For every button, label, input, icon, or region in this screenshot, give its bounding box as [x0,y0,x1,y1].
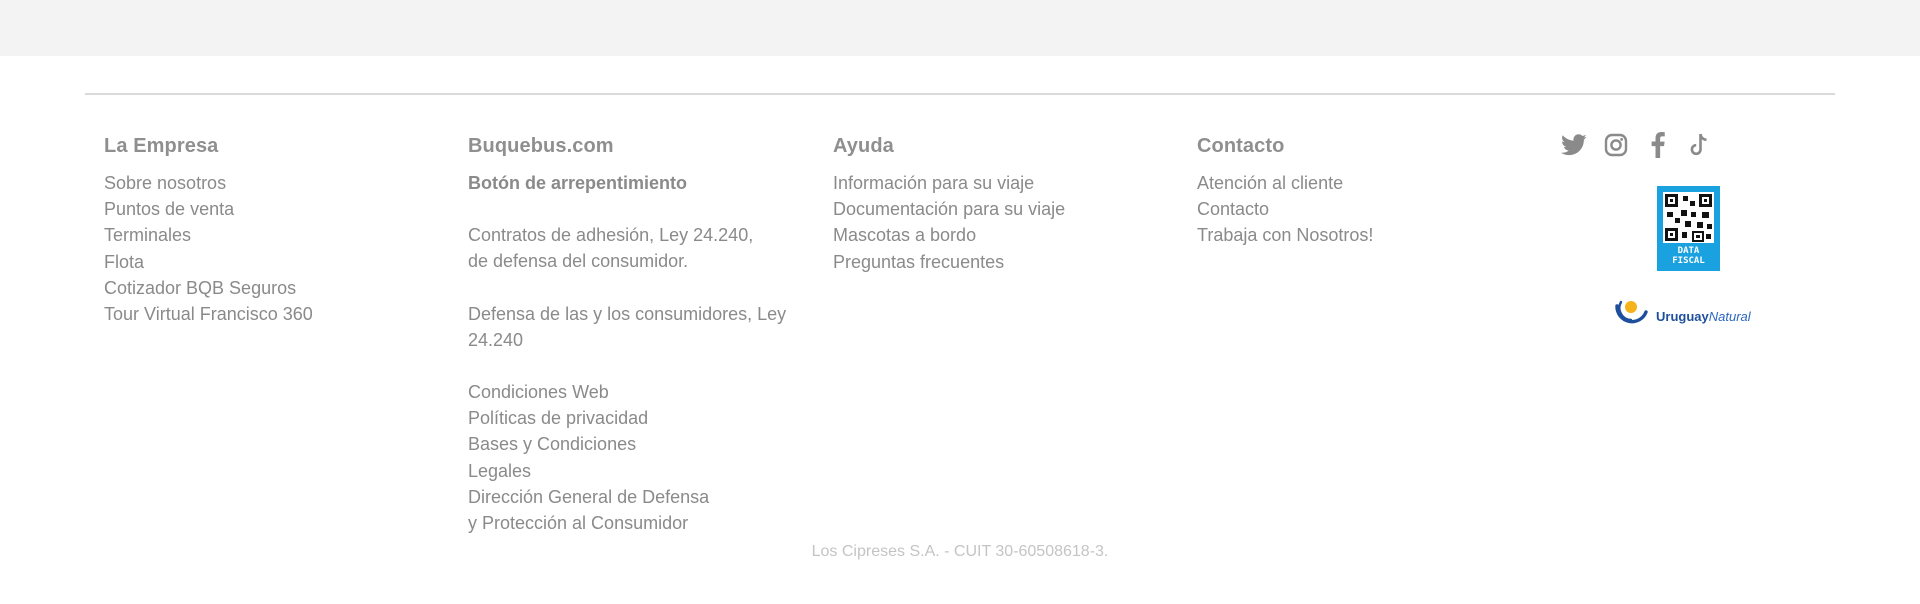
link-politicas-privacidad[interactable]: Políticas de privacidad [468,405,786,431]
link-trabaja-con-nosotros[interactable]: Trabaja con Nosotros! [1197,222,1373,248]
link-mascotas-bordo[interactable]: Mascotas a bordo [833,222,1065,248]
footer-column-contacto: Contacto Atención al cliente Contacto Tr… [1197,133,1373,249]
column-title: La Empresa [104,135,219,157]
copyright-text: Los Cipreses S.A. - CUIT 30-60508618-3. [811,543,1109,560]
footer-column-buquebus: Buquebus.com Botón de arrepentimiento Co… [468,133,786,536]
link-flota[interactable]: Flota [104,249,313,275]
link-cotizador-bqb-seguros[interactable]: Cotizador BQB Seguros [104,275,313,301]
link-contacto[interactable]: Contacto [1197,196,1373,222]
link-sobre-nosotros[interactable]: Sobre nosotros [104,170,313,196]
link-contratos-adhesion[interactable]: Contratos de adhesión, Ley 24.240, [468,222,786,248]
uruguay-natural-logo[interactable]: UruguayNatural [1614,298,1751,334]
link-condiciones-web[interactable]: Condiciones Web [468,379,786,405]
social-links [1560,131,1714,159]
footer-divider [85,93,1835,95]
link-defensa-consumidores-cont[interactable]: 24.240 [468,327,786,353]
link-puntos-de-venta[interactable]: Puntos de venta [104,196,313,222]
footer-column-ayuda: Ayuda Información para su viaje Document… [833,133,1065,275]
link-terminales[interactable]: Terminales [104,222,313,248]
data-fiscal-badge[interactable]: DATA FISCAL [1657,186,1720,271]
link-preguntas-frecuentes[interactable]: Preguntas frecuentes [833,249,1065,275]
link-bases-condiciones[interactable]: Bases y Condiciones [468,431,786,457]
qr-code-icon [1663,192,1714,243]
uruguay-natural-text: UruguayNatural [1656,308,1751,324]
link-proteccion-consumidor[interactable]: y Protección al Consumidor [468,510,786,536]
link-defensa-consumidores[interactable]: Defensa de las y los consumidores, Ley [468,301,786,327]
link-legales[interactable]: Legales [468,458,786,484]
data-fiscal-label: DATA FISCAL [1672,246,1705,266]
link-atencion-cliente[interactable]: Atención al cliente [1197,170,1373,196]
link-boton-arrepentimiento[interactable]: Botón de arrepentimiento [468,170,786,196]
link-contratos-adhesion-cont[interactable]: de defensa del consumidor. [468,248,786,274]
column-title: Buquebus.com [468,135,614,157]
tiktok-icon[interactable] [1686,131,1714,159]
twitter-icon[interactable] [1560,131,1588,159]
link-direccion-general-defensa[interactable]: Dirección General de Defensa [468,484,786,510]
instagram-icon[interactable] [1602,131,1630,159]
facebook-icon[interactable] [1644,131,1672,159]
column-title: Ayuda [833,135,894,157]
top-band [0,0,1920,56]
link-informacion-viaje[interactable]: Información para su viaje [833,170,1065,196]
link-documentacion-viaje[interactable]: Documentación para su viaje [833,196,1065,222]
link-tour-virtual[interactable]: Tour Virtual Francisco 360 [104,301,313,327]
uruguay-sun-icon [1615,300,1648,324]
footer-column-la-empresa: La Empresa Sobre nosotros Puntos de vent… [104,133,313,327]
column-title: Contacto [1197,135,1285,157]
